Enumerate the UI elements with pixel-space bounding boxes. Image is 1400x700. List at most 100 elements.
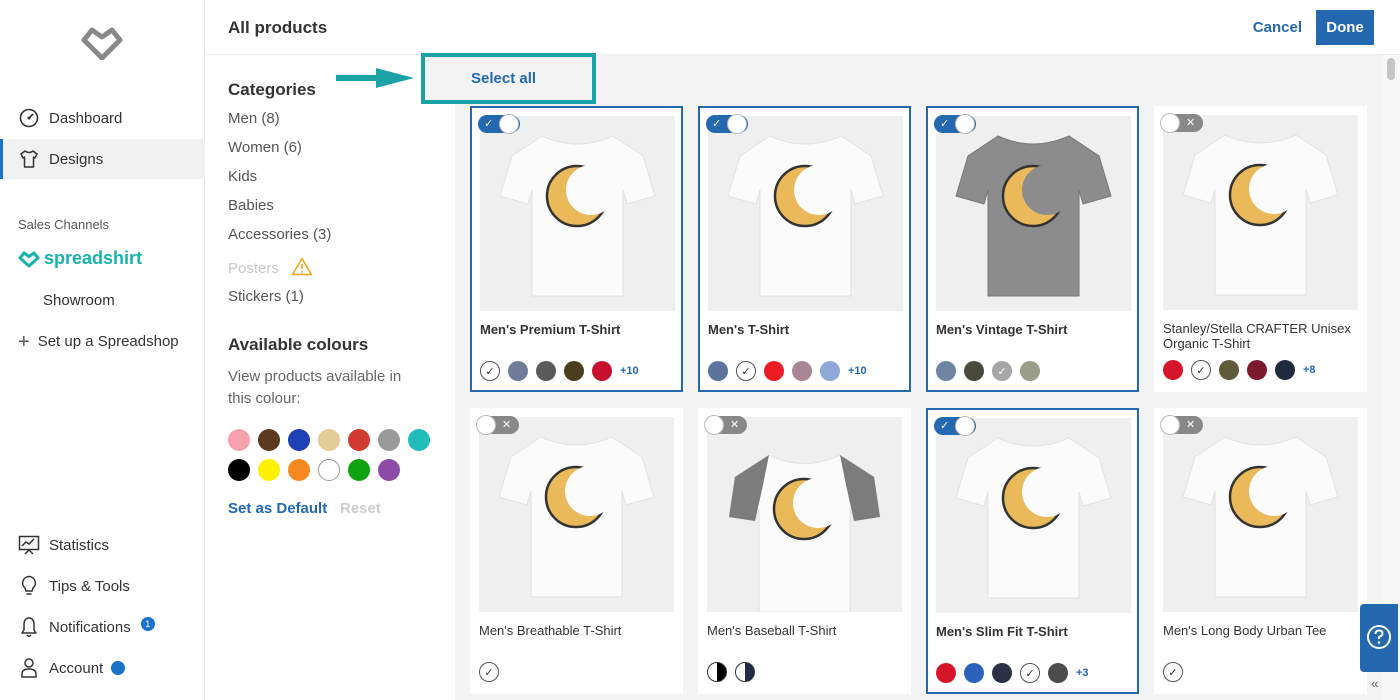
colour-swatch[interactable] (258, 459, 280, 481)
product-card[interactable]: ✕ Men's Breathable T-Shirt ✓ (470, 408, 683, 694)
product-card[interactable]: ✕ Men's Long Body Urban Tee ✓ (1154, 408, 1367, 694)
more-colours-count[interactable]: +8 (1303, 364, 1316, 376)
category-kids[interactable]: Kids (228, 168, 257, 185)
colour-swatch[interactable] (228, 429, 250, 451)
sidebar-item-notifications[interactable]: Notifications 1 (0, 607, 205, 647)
colour-option[interactable] (735, 662, 755, 682)
more-colours-count[interactable]: +10 (620, 365, 639, 377)
colour-option[interactable] (792, 361, 812, 381)
colour-option[interactable] (936, 361, 956, 381)
colour-option[interactable]: ✓ (736, 361, 756, 381)
select-all-button[interactable]: Select all (421, 53, 596, 104)
colour-option[interactable]: ✓ (479, 662, 499, 682)
colour-swatch[interactable] (228, 459, 250, 481)
sidebar-item-designs[interactable]: Designs (0, 139, 205, 179)
colour-option[interactable] (936, 663, 956, 683)
categories-heading: Categories (228, 80, 316, 99)
product-card[interactable]: ✓ Men's T-Shirt ✓ +10 (698, 106, 911, 392)
category-men[interactable]: Men (8) (228, 110, 280, 127)
toggle-knob (727, 114, 747, 134)
colour-option[interactable] (592, 361, 612, 381)
product-name: Men's Slim Fit T-Shirt (936, 624, 1068, 639)
product-name: Men's Long Body Urban Tee (1163, 623, 1327, 638)
colour-swatch[interactable] (348, 429, 370, 451)
spreadshirt-logo-icon[interactable] (80, 22, 124, 60)
category-stickers[interactable]: Stickers (1) (228, 288, 304, 305)
product-select-toggle[interactable]: ✓ (934, 114, 976, 134)
colour-swatch[interactable] (318, 459, 340, 481)
colour-option[interactable] (964, 361, 984, 381)
more-colours-count[interactable]: +3 (1076, 667, 1089, 679)
colour-swatch[interactable] (408, 429, 430, 451)
category-accessories[interactable]: Accessories (3) (228, 226, 331, 243)
product-colour-options: ✓ (936, 360, 1048, 382)
sidebar-item-label: Notifications (49, 618, 131, 636)
colour-option[interactable] (964, 663, 984, 683)
product-card[interactable]: ✕ Stanley/Stella CRAFTER Unisex Organic T… (1154, 106, 1367, 392)
sidebar-item-label: Statistics (49, 536, 110, 554)
toggle-knob (476, 415, 496, 435)
colour-swatch[interactable] (378, 459, 400, 481)
colour-swatch[interactable] (258, 429, 280, 451)
sidebar-item-dashboard[interactable]: Dashboard (0, 98, 205, 138)
scrollbar-thumb[interactable] (1387, 58, 1395, 80)
category-babies[interactable]: Babies (228, 197, 274, 214)
colour-swatch[interactable] (318, 429, 340, 451)
colour-option[interactable] (1163, 360, 1183, 380)
product-select-toggle[interactable]: ✓ (478, 114, 520, 134)
colour-option[interactable] (1247, 360, 1267, 380)
sidebar-item-statistics[interactable]: Statistics (0, 525, 205, 565)
product-card[interactable]: ✓ Men's Slim Fit T-Shirt ✓ +3 (926, 408, 1139, 694)
done-button[interactable]: Done (1316, 10, 1374, 45)
colour-option[interactable]: ✓ (1163, 662, 1183, 682)
colour-option[interactable] (1048, 663, 1068, 683)
product-select-toggle[interactable]: ✓ (934, 416, 976, 436)
category-women[interactable]: Women (6) (228, 139, 302, 156)
colour-swatch[interactable] (288, 429, 310, 451)
colour-option[interactable] (820, 361, 840, 381)
colour-option[interactable]: ✓ (1191, 360, 1211, 380)
setup-label: Set up a Spreadshop (37, 333, 179, 350)
setup-spreadshop-link[interactable]: + Set up a Spreadshop (18, 332, 179, 352)
product-image (1163, 115, 1358, 310)
colour-option[interactable] (1020, 361, 1040, 381)
colour-option[interactable] (536, 361, 556, 381)
product-select-toggle[interactable]: ✕ (1160, 415, 1203, 435)
close-icon: ✕ (730, 419, 740, 431)
colour-option[interactable] (708, 361, 728, 381)
colour-option[interactable] (1219, 360, 1239, 380)
product-select-toggle[interactable]: ✕ (704, 415, 747, 435)
colour-swatch[interactable] (378, 429, 400, 451)
showroom-link[interactable]: Showroom (43, 292, 115, 309)
product-select-toggle[interactable]: ✓ (706, 114, 748, 134)
toggle-knob (955, 114, 975, 134)
product-card[interactable]: ✓ Men's Premium T-Shirt ✓ +10 (470, 106, 683, 392)
help-button[interactable] (1360, 604, 1398, 672)
colour-option[interactable] (992, 663, 1012, 683)
product-card[interactable]: ✕ Men's Baseball T-Shirt (698, 408, 911, 694)
colour-option[interactable]: ✓ (1020, 663, 1040, 683)
colour-option[interactable]: ✓ (992, 361, 1012, 381)
collapse-double-chevron-icon[interactable]: « (1371, 675, 1379, 691)
colour-option[interactable] (764, 361, 784, 381)
colour-swatch[interactable] (348, 459, 370, 481)
sidebar-item-account[interactable]: Account (0, 648, 205, 688)
colour-option[interactable]: ✓ (480, 361, 500, 381)
cancel-button[interactable]: Cancel (1253, 19, 1302, 36)
colour-swatch[interactable] (288, 459, 310, 481)
colour-option[interactable] (564, 361, 584, 381)
product-select-toggle[interactable]: ✕ (1160, 113, 1203, 133)
spreadshirt-channel[interactable]: spreadshirt (18, 248, 142, 269)
set-as-default-button[interactable]: Set as Default (228, 500, 327, 517)
product-card[interactable]: ✓ Men's Vintage T-Shirt ✓ (926, 106, 1139, 392)
brand-name: spreadshirt (44, 248, 143, 268)
colour-option[interactable] (508, 361, 528, 381)
colour-option[interactable] (1275, 360, 1295, 380)
sidebar-item-tips-tools[interactable]: Tips & Tools (0, 566, 205, 606)
sidebar-item-label: Dashboard (49, 109, 123, 127)
more-colours-count[interactable]: +10 (848, 365, 867, 377)
colour-option[interactable] (707, 662, 727, 682)
product-image (480, 116, 675, 311)
product-select-toggle[interactable]: ✕ (476, 415, 519, 435)
check-icon: ✓ (940, 118, 950, 130)
